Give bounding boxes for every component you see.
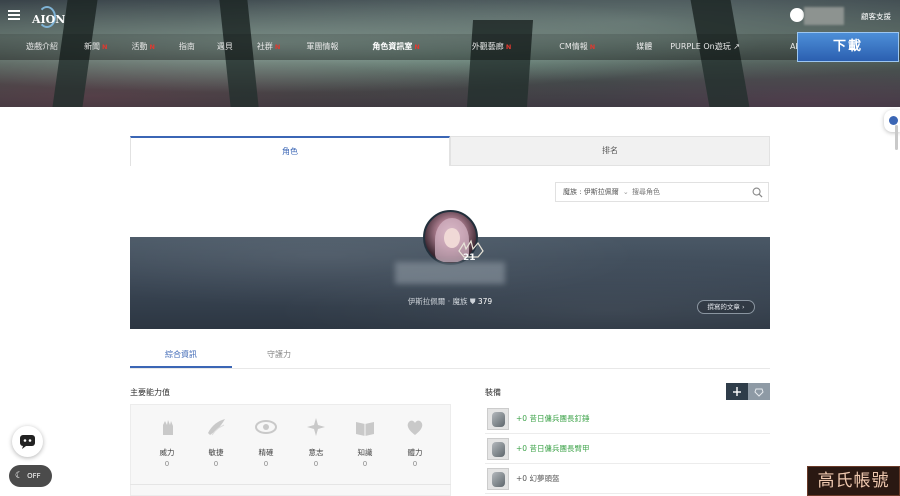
equipment-name: +0 昔日傭兵團長臂甲 [516, 444, 590, 453]
stat-item: 精確 0 [241, 415, 291, 468]
equipment-name: +0 幻夢頭盔 [516, 474, 560, 483]
user-account[interactable] [790, 7, 846, 25]
stat-label: 知識 [357, 448, 373, 457]
support-link[interactable]: 顧客支援 [861, 11, 891, 22]
character-meta: 伊斯拉佩爾 · 魔族 ⛊ 379 [407, 297, 493, 306]
chevron-down-icon: ⌄ [622, 188, 629, 196]
stat-label: 體力 [407, 448, 423, 457]
equipment-list: +0 昔日傭兵團長釘錘 +0 昔日傭兵團長臂甲 +0 幻夢頭盔 [485, 404, 770, 494]
nav-item[interactable]: PURPLE On遊玩 ↗ [670, 41, 740, 52]
equipment-row[interactable]: +0 幻夢頭盔 [485, 464, 770, 494]
gem-icon [754, 388, 764, 397]
tab-character[interactable]: 角色 [130, 136, 450, 166]
written-posts-button[interactable]: 撰寫的文章 › [697, 300, 755, 314]
dark-mode-toggle[interactable]: ☾ OFF [9, 465, 52, 487]
stat-item: 意志 0 [291, 415, 341, 468]
side-float-icon [889, 116, 898, 125]
user-name-blurred [804, 7, 844, 25]
nav-item[interactable]: 軍團情報 [306, 41, 338, 52]
nav-item[interactable]: 媒體 [636, 41, 652, 52]
scrollbar[interactable] [895, 125, 898, 150]
stat-value: 0 [412, 460, 418, 468]
new-badge: N [505, 42, 512, 51]
equipment-weapon-button[interactable] [726, 383, 748, 400]
watermark: 高氏帳號 [807, 466, 900, 496]
stat-label: 意志 [308, 448, 324, 457]
download-button[interactable]: 下載 [797, 32, 899, 62]
tab-active-indicator [130, 366, 232, 368]
server-select[interactable]: 魔族 : 伊斯拉佩爾 ⌄ [556, 187, 632, 197]
star-burst-icon [307, 418, 325, 436]
character-search: 魔族 : 伊斯拉佩爾 ⌄ [555, 182, 769, 202]
equipment-thumbnail [487, 467, 509, 490]
main-tabs: 角色 排名 [130, 136, 770, 166]
nav-item[interactable]: 角色資訊室 N [372, 41, 419, 52]
stats-title: 主要能力值 [130, 388, 170, 397]
power-icon: ⛊ [469, 297, 476, 306]
tab-overview[interactable]: 綜合資訊 [165, 349, 197, 360]
stat-item: 威力 0 [142, 415, 192, 468]
tab-ranking[interactable]: 排名 [450, 136, 770, 166]
stat-value: 0 [263, 460, 269, 468]
nav-item[interactable]: 指南 [179, 41, 195, 52]
equipment-title: 裝備 [485, 388, 501, 397]
main-nav: 遊戲介紹 新聞 N 活動 N 指南 週貝 社群 N 軍團情報 角色資訊室 N 外觀藝廊 N CM情報 N 媒體 P… [26, 41, 849, 52]
equipment-thumbnail [487, 407, 509, 430]
stat-label: 敏捷 [208, 448, 224, 457]
header-banner [0, 0, 900, 107]
stat-value: 0 [164, 460, 170, 468]
nav-item[interactable]: 遊戲介紹 [26, 41, 58, 52]
stat-label: 威力 [159, 448, 175, 457]
stats-panel: 威力 0 敏捷 0 精確 0 意志 0 知識 0 體力 0 [130, 404, 451, 496]
user-avatar-icon [790, 8, 804, 22]
new-badge: N [589, 42, 596, 51]
combat-power: 379 [477, 297, 493, 306]
new-badge: N [414, 42, 420, 51]
hamburger-menu-icon[interactable] [8, 10, 20, 20]
stats-divider [130, 484, 451, 485]
sword-icon [733, 387, 741, 396]
stat-item: 知識 0 [340, 415, 390, 468]
tab-guardian-power[interactable]: 守護力 [267, 349, 291, 360]
equipment-view-toggle [726, 383, 770, 400]
nav-item[interactable]: 外觀藝廊 N [472, 41, 511, 52]
nav-item[interactable]: 週貝 [217, 41, 233, 52]
fist-icon [163, 420, 173, 435]
new-badge: N [274, 42, 281, 51]
equipment-thumbnail [487, 437, 509, 460]
top-bar [0, 0, 900, 34]
eye-icon [255, 420, 277, 434]
equipment-row[interactable]: +0 昔日傭兵團長釘錘 [485, 404, 770, 434]
heart-icon [407, 420, 423, 435]
new-badge: N [102, 42, 108, 51]
chat-icon [20, 435, 35, 449]
character-name-blurred [395, 262, 505, 284]
book-icon [356, 422, 374, 436]
stat-value: 0 [313, 460, 319, 468]
stat-value: 0 [213, 460, 219, 468]
equipment-appearance-button[interactable] [748, 383, 770, 400]
nav-item[interactable]: CM情報 N [559, 41, 595, 52]
nav-item[interactable]: 活動 N [131, 41, 154, 52]
equipment-name: +0 昔日傭兵團長釘錘 [516, 414, 590, 423]
nav-item[interactable]: 新聞 N [84, 41, 107, 52]
stat-item: 敏捷 0 [191, 415, 241, 468]
chatbot-button[interactable] [12, 426, 43, 457]
wing-icon [208, 419, 225, 436]
stat-item: 體力 0 [390, 415, 440, 468]
stat-label: 精確 [258, 448, 274, 457]
aion-logo[interactable]: AION [30, 6, 65, 28]
moon-icon: ☾ [15, 471, 24, 481]
new-badge: N [149, 42, 155, 51]
search-input[interactable] [632, 188, 742, 196]
search-icon[interactable] [752, 187, 763, 198]
equipment-row[interactable]: +0 昔日傭兵團長臂甲 [485, 434, 770, 464]
nav-item[interactable]: 社群 N [257, 41, 280, 52]
stat-value: 0 [362, 460, 368, 468]
